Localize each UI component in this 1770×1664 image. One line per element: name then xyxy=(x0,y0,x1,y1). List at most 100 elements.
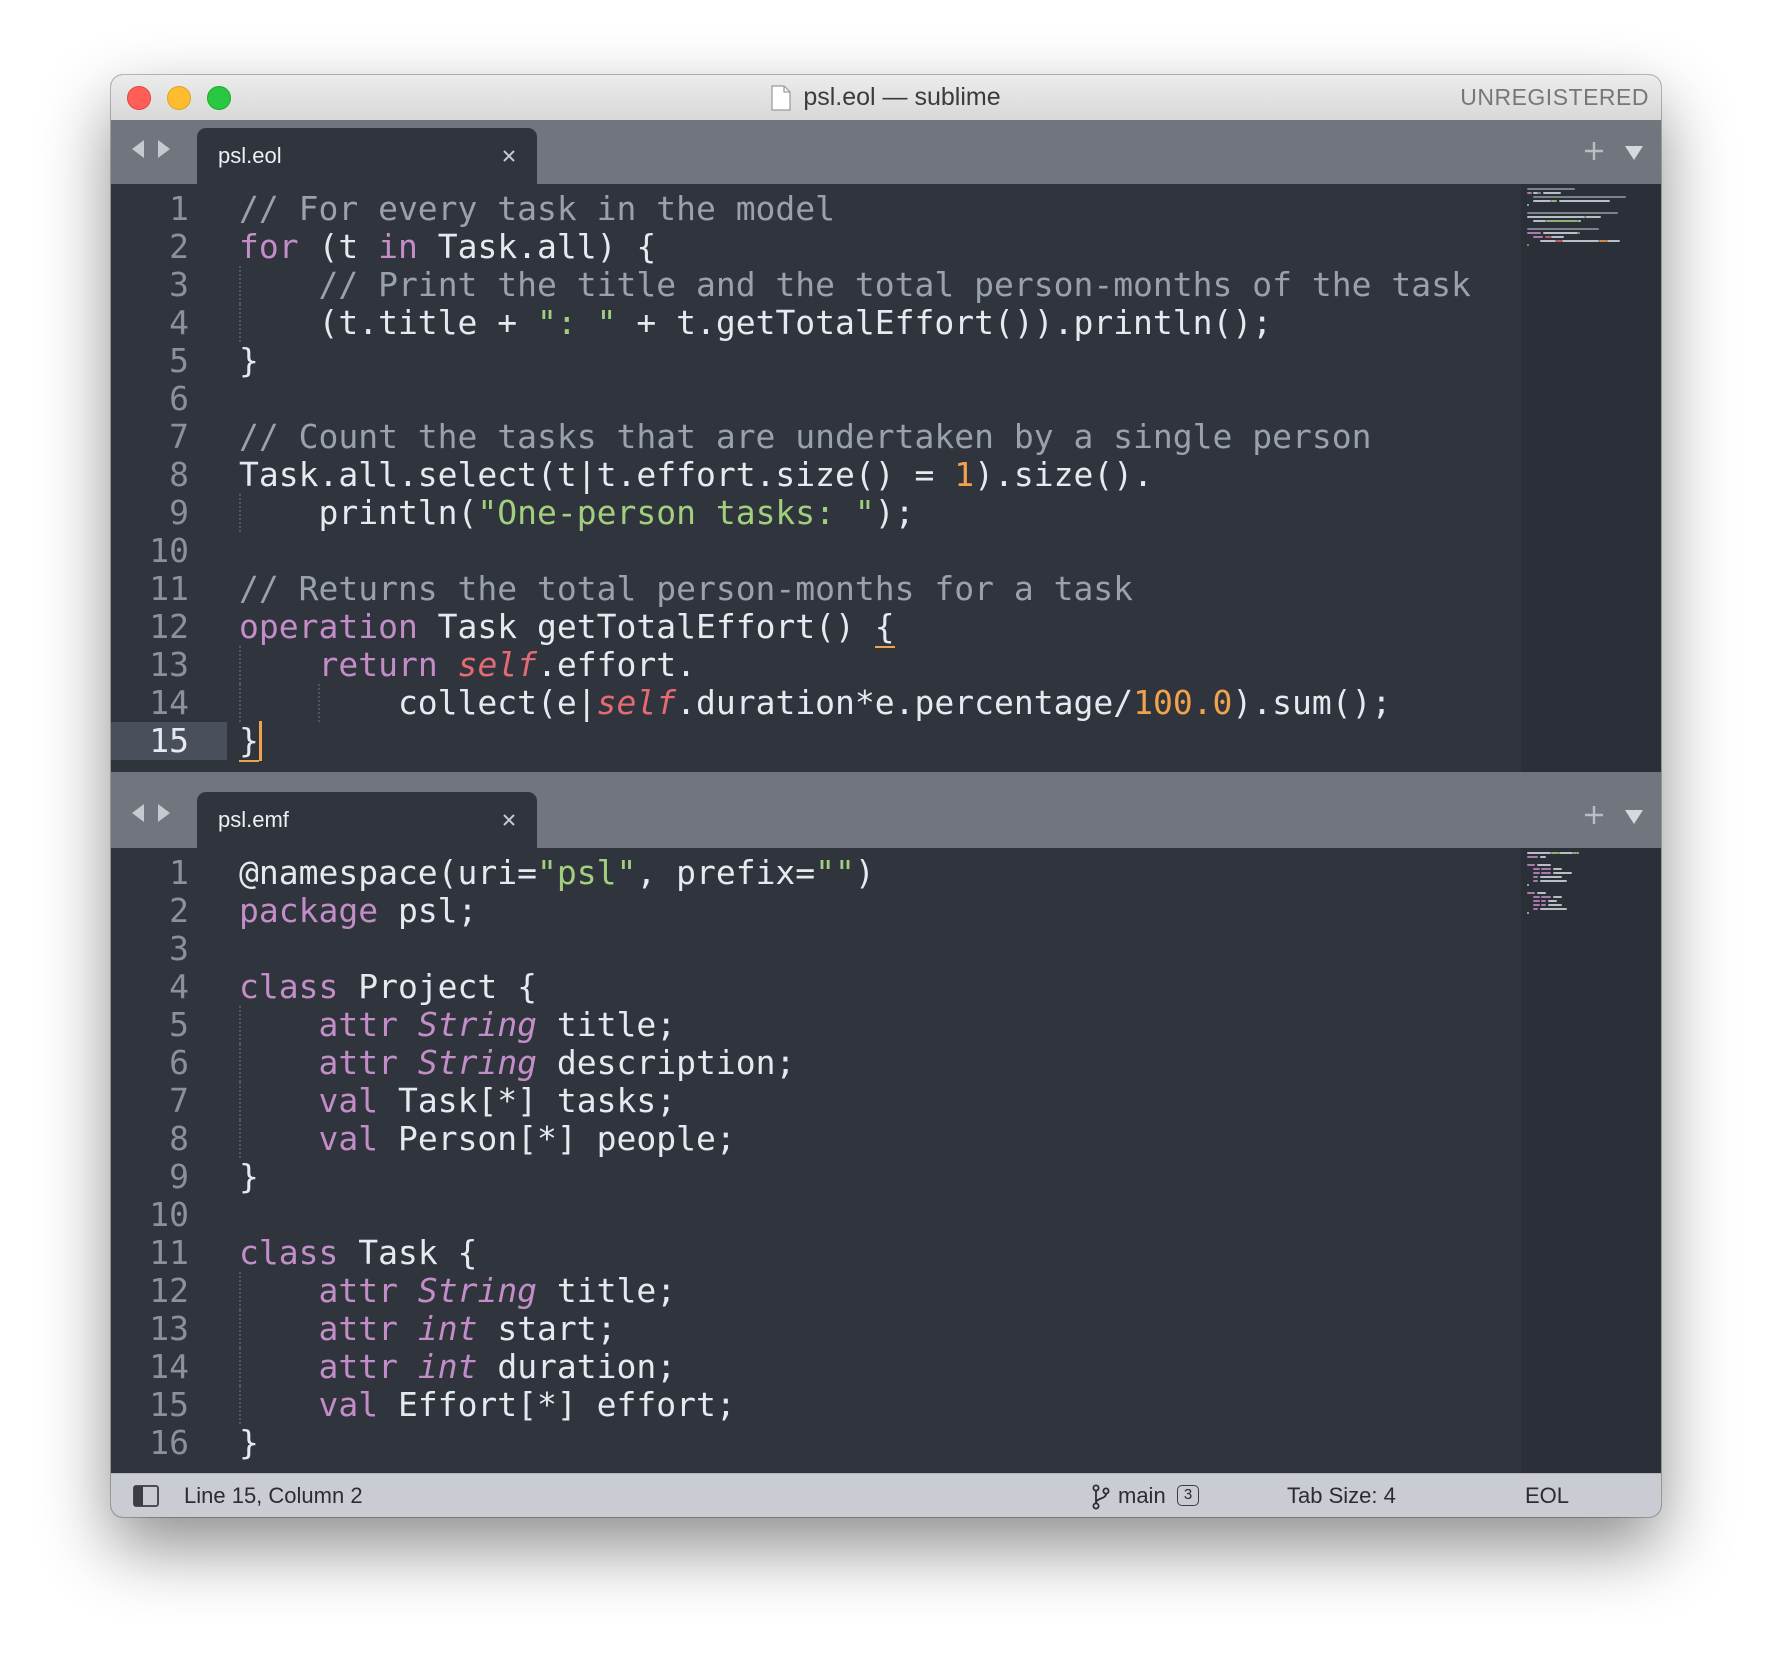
code-text: } xyxy=(239,721,259,762)
code-text: attr String title; xyxy=(239,1006,676,1044)
line-number: 8 xyxy=(169,455,189,494)
forward-arrow-icon[interactable] xyxy=(155,802,173,824)
tab-label: psl.eol xyxy=(218,143,282,168)
code-line[interactable]: 11 // Returns the total person-months for… xyxy=(111,570,1511,608)
minimap-line xyxy=(1539,240,1556,242)
line-number: 12 xyxy=(149,1271,189,1310)
code-line[interactable]: 3 xyxy=(111,930,1511,968)
code-line[interactable]: 7 // Count the tasks that are undertaken … xyxy=(111,418,1511,456)
line-number: 2 xyxy=(169,891,189,930)
code-token: } xyxy=(239,341,259,380)
tab-bar-top: psl.eol xyxy=(111,120,1661,184)
code-token: val xyxy=(318,1081,379,1120)
code-line[interactable]: 8 val Person[*] people; xyxy=(111,1120,1511,1158)
code-line[interactable]: 4 (t.title + ": " + t.getTotalEffort()).… xyxy=(111,304,1511,342)
code-text: println("One-person tasks: "); xyxy=(239,494,914,532)
minimap-line xyxy=(1547,900,1558,902)
code-line[interactable]: 1 @namespace(uri="psl", prefix="") xyxy=(111,854,1511,892)
code-line[interactable]: 14 collect(e|self.duration*e.percentage/… xyxy=(111,684,1511,722)
code-text: collect(e|self.duration*e.percentage/100… xyxy=(239,684,1391,722)
title-bar[interactable]: psl.eol — sublime UNREGISTERED xyxy=(111,75,1661,121)
code-text: operation Task getTotalEffort() { xyxy=(239,607,895,648)
code-token: (t xyxy=(298,227,379,266)
code-line[interactable]: 9 println("One-person tasks: "); xyxy=(111,494,1511,532)
code-line[interactable]: 6 xyxy=(111,380,1511,418)
code-line[interactable]: 11 class Task { xyxy=(111,1234,1511,1272)
text-caret xyxy=(258,721,262,761)
close-tab-icon[interactable] xyxy=(501,812,517,828)
code-line[interactable]: 6 attr String description; xyxy=(111,1044,1511,1082)
code-line[interactable]: 7 val Task[*] tasks; xyxy=(111,1082,1511,1120)
code-token: { xyxy=(874,607,895,648)
line-number: 12 xyxy=(149,607,189,646)
code-text: Task.all.select(t|t.effort.size() = 1).s… xyxy=(239,456,1153,494)
code-line[interactable]: 12 operation Task getTotalEffort() { xyxy=(111,607,1511,648)
code-line[interactable]: 2 package psl; xyxy=(111,892,1511,930)
minimap-line xyxy=(1527,232,1542,234)
code-line[interactable]: 5 attr String title; xyxy=(111,1006,1511,1044)
code-line[interactable]: 10 xyxy=(111,1196,1511,1234)
minimap-bottom[interactable] xyxy=(1521,848,1661,1473)
minimap-top[interactable] xyxy=(1521,184,1661,772)
new-tab-icon[interactable] xyxy=(1583,140,1605,162)
indent-guide xyxy=(239,646,241,684)
close-tab-icon[interactable] xyxy=(501,148,517,164)
code-line[interactable]: 13 return self.effort. xyxy=(111,646,1511,684)
code-text: // Returns the total person-months for a… xyxy=(239,570,1133,608)
code-line[interactable]: 4 class Project { xyxy=(111,968,1511,1006)
code-line[interactable]: 8 Task.all.select(t|t.effort.size() = 1).… xyxy=(111,456,1511,494)
minimap-line xyxy=(1527,216,1585,218)
editor-pane-top[interactable]: 1 // For every task in the model 2 for (t i… xyxy=(111,184,1661,772)
code-line[interactable]: 14 attr int duration; xyxy=(111,1348,1511,1386)
code-text: val Effort[*] effort; xyxy=(239,1386,735,1424)
line-number: 6 xyxy=(169,379,189,418)
code-token: psl; xyxy=(378,891,478,930)
split-divider[interactable] xyxy=(111,772,1661,784)
line-number: 7 xyxy=(169,417,189,456)
code-line[interactable]: 2 for (t in Task.all) { xyxy=(111,228,1511,266)
minimap-line xyxy=(1562,240,1599,242)
back-arrow-icon[interactable] xyxy=(129,138,147,160)
cursor-position[interactable]: Line 15, Column 2 xyxy=(184,1474,363,1517)
code-text: // Print the title and the total person-… xyxy=(239,266,1470,304)
tab-list-dropdown-icon[interactable] xyxy=(1623,144,1645,162)
tab-list-dropdown-icon[interactable] xyxy=(1623,808,1645,826)
code-line[interactable]: 10 xyxy=(111,532,1511,570)
code-token: description; xyxy=(537,1043,796,1082)
tab-psl-eol[interactable]: psl.eol xyxy=(197,128,537,184)
minimap-line xyxy=(1533,900,1540,902)
code-line[interactable]: 3 // Print the title and the total perso… xyxy=(111,266,1511,304)
tab-size-indicator[interactable]: Tab Size: 4 xyxy=(1287,1474,1396,1517)
tab-psl-emf[interactable]: psl.emf xyxy=(197,792,537,848)
code-line[interactable]: 15 val Effort[*] effort; xyxy=(111,1386,1511,1424)
minimap-line xyxy=(1533,908,1539,910)
code-token: title; xyxy=(537,1271,677,1310)
forward-arrow-icon[interactable] xyxy=(155,138,173,160)
code-token: start; xyxy=(477,1309,617,1348)
editor-pane-bottom[interactable]: 1 @namespace(uri="psl", prefix="") 2 packag… xyxy=(111,848,1661,1473)
code-line[interactable]: 13 attr int start; xyxy=(111,1310,1511,1348)
minimap-line xyxy=(1527,864,1535,866)
code-line[interactable]: 12 attr String title; xyxy=(111,1272,1511,1310)
code-line[interactable]: 1 // For every task in the model xyxy=(111,190,1511,228)
git-branch-name[interactable]: main xyxy=(1118,1474,1166,1517)
code-line[interactable]: 5} xyxy=(111,342,1511,380)
syntax-indicator[interactable]: EOL xyxy=(1525,1474,1569,1517)
code-line[interactable]: 9} xyxy=(111,1158,1511,1196)
code-token: , prefix= xyxy=(636,853,816,892)
minimap-line xyxy=(1552,868,1563,870)
tab-label: psl.emf xyxy=(218,807,289,832)
sidebar-toggle-icon[interactable] xyxy=(133,1485,159,1507)
code-line[interactable]: 15} xyxy=(111,721,1511,762)
minimap-line xyxy=(1546,220,1579,222)
back-arrow-icon[interactable] xyxy=(129,802,147,824)
code-line[interactable]: 16} xyxy=(111,1424,1511,1462)
new-tab-icon[interactable] xyxy=(1583,804,1605,826)
git-changes-badge[interactable]: 3 xyxy=(1177,1485,1199,1506)
minimap-line xyxy=(1533,880,1539,882)
